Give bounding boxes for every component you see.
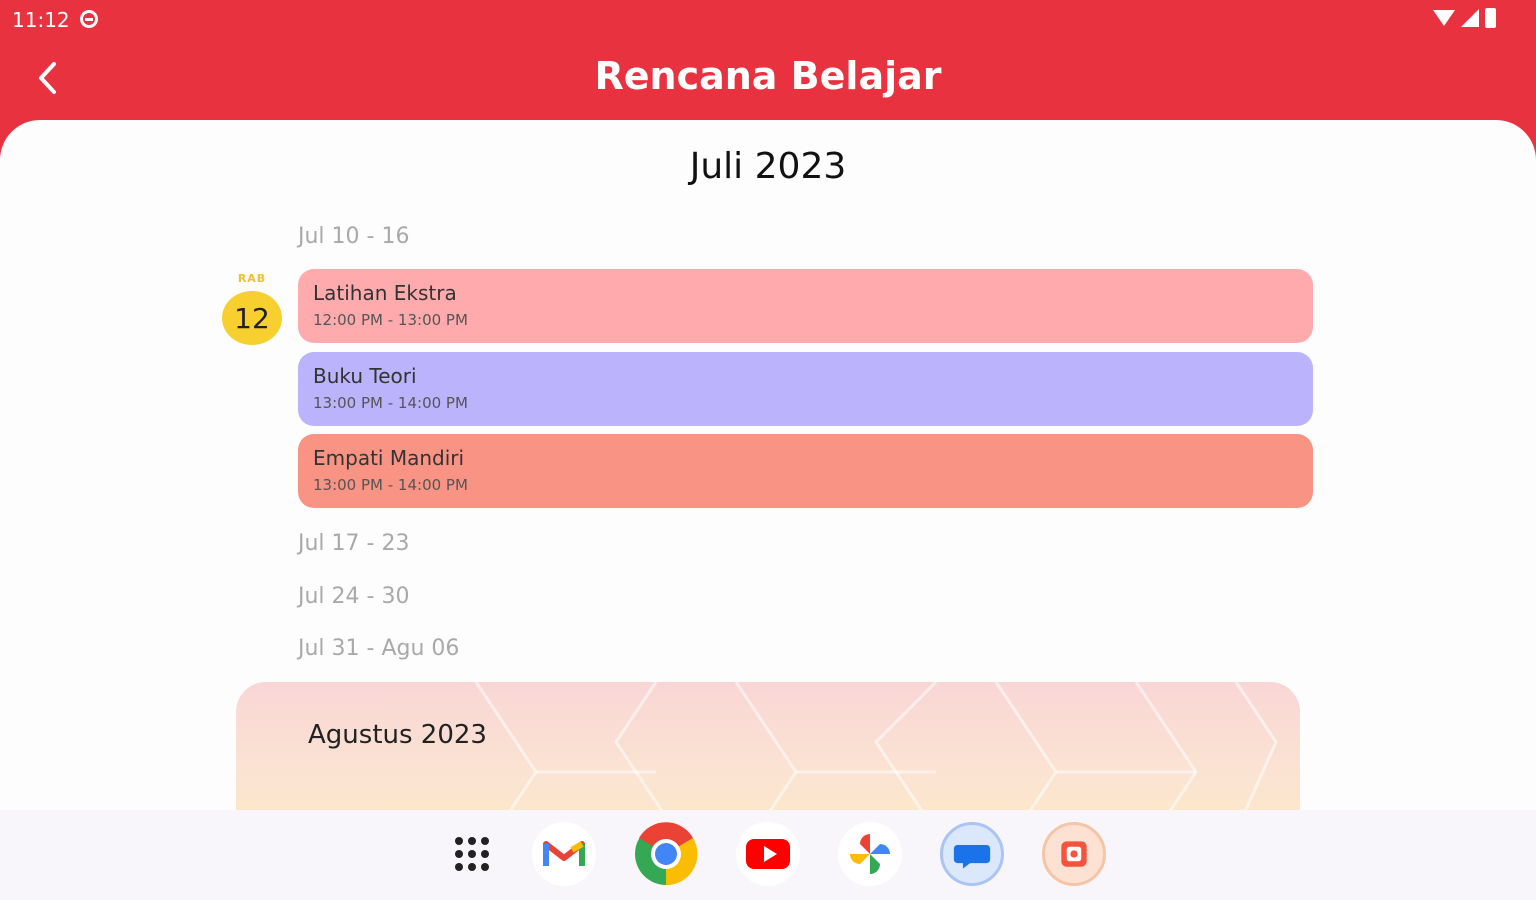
day-abbr: RAB [237,272,267,285]
app-drawer-button[interactable] [440,822,504,886]
photos-button[interactable] [838,822,902,886]
chrome-button[interactable] [634,822,698,886]
event-title: Empati Mandiri [313,446,465,470]
week-label: Jul 10 - 16 [298,224,410,249]
content-sheet: Juli 2023 Jul 10 - 16 RAB 12 Latihan Eks… [0,120,1536,820]
event-card-empati-mandiri[interactable]: Empati Mandiri 13:00 PM - 14:00 PM [298,434,1313,508]
day-number-badge: 12 [222,291,282,345]
app-icon [1061,841,1087,867]
event-card-buku-teori[interactable]: Buku Teori 13:00 PM - 14:00 PM [298,352,1313,426]
status-bar: 11:12 [0,0,1536,38]
youtube-icon [746,839,790,869]
notification-icon [80,10,98,28]
next-month-card[interactable]: Agustus 2023 [236,682,1300,820]
week-label: Jul 31 - Agu 06 [298,636,460,661]
week-label: Jul 24 - 30 [298,584,410,609]
decorative-pattern [474,682,1278,820]
youtube-button[interactable] [736,822,800,886]
photos-icon [850,834,890,874]
status-time: 11:12 [12,8,70,32]
app-bar: Rencana Belajar [0,38,1536,120]
selected-day[interactable]: RAB 12 [222,272,282,345]
app-dock [0,810,1536,900]
month-title: Juli 2023 [689,146,847,187]
messages-icon [953,844,991,869]
event-time: 13:00 PM - 14:00 PM [313,394,468,412]
wifi-icon [1433,10,1455,26]
event-title: Latihan Ekstra [313,281,457,305]
next-month-label: Agustus 2023 [308,720,487,750]
event-title: Buku Teori [313,364,417,388]
app-drawer-icon [455,837,489,871]
week-label: Jul 17 - 23 [298,531,410,556]
gmail-icon [543,841,585,866]
event-time: 12:00 PM - 13:00 PM [313,311,468,329]
gmail-button[interactable] [532,822,596,886]
chrome-icon [635,822,698,886]
event-time: 13:00 PM - 14:00 PM [313,476,468,494]
app-button[interactable] [1042,822,1106,886]
battery-icon [1485,8,1496,28]
messages-button[interactable] [940,822,1004,886]
status-icons [1433,8,1496,28]
event-card-latihan-ekstra[interactable]: Latihan Ekstra 12:00 PM - 13:00 PM [298,269,1313,343]
page-title: Rencana Belajar [594,54,942,98]
signal-icon [1461,9,1479,27]
